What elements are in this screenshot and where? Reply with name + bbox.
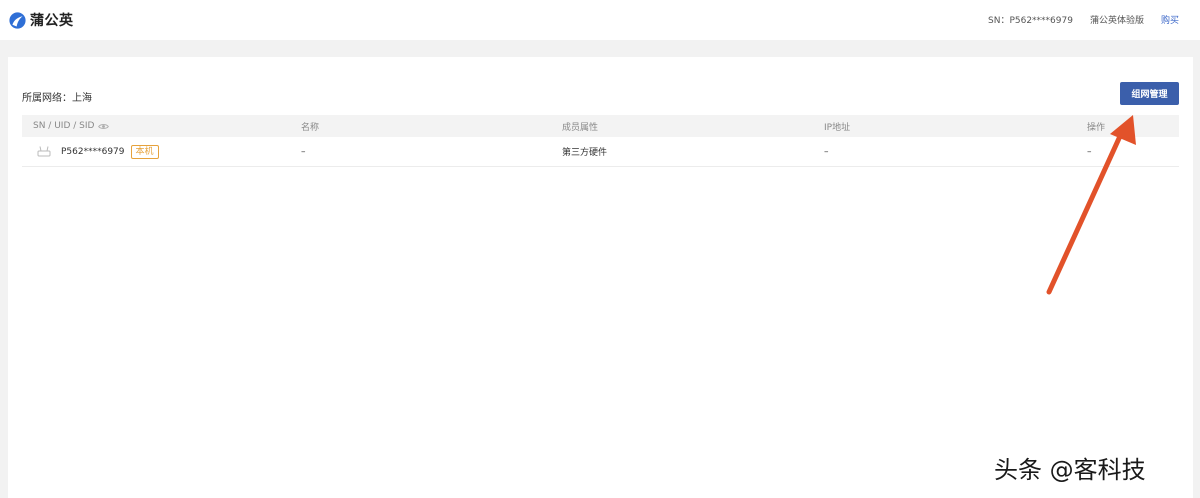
local-device-badge: 本机 xyxy=(130,144,159,159)
column-header-ip: IP地址 xyxy=(824,122,851,133)
top-bar: 蒲公英 SN：P562****6979 蒲公英体验版 购买 xyxy=(0,0,1200,40)
row-name: – xyxy=(301,146,306,157)
row-action[interactable]: – xyxy=(1087,137,1092,166)
header-right: SN：P562****6979 蒲公英体验版 购买 xyxy=(988,13,1179,26)
row-sn: P562****6979 xyxy=(61,146,125,157)
dandelion-logo-icon xyxy=(9,11,26,29)
network-label: 所属网络：上海 xyxy=(22,93,92,104)
table-row: P562****6979 本机 – 第三方硬件 – – xyxy=(22,137,1179,167)
edition-label[interactable]: 蒲公英体验版 xyxy=(1090,13,1144,26)
main-panel: 所属网络：上海 组网管理 SN / UID / SID 名称 成员属性 IP地址… xyxy=(8,57,1193,498)
brand-logo[interactable]: 蒲公英 xyxy=(9,10,74,30)
row-ip: – xyxy=(824,146,829,157)
router-device-icon xyxy=(37,146,51,157)
column-header-attribute: 成员属性 xyxy=(562,122,599,133)
buy-link[interactable]: 购买 xyxy=(1161,13,1179,26)
row-attribute: 第三方硬件 xyxy=(562,148,608,158)
column-header-sn-label: SN / UID / SID xyxy=(33,121,95,131)
logo-text: 蒲公英 xyxy=(30,13,74,29)
table-header: SN / UID / SID 名称 成员属性 IP地址 操作 xyxy=(22,115,1179,137)
column-header-action: 操作 xyxy=(1087,122,1106,133)
member-table: SN / UID / SID 名称 成员属性 IP地址 操作 P562****6… xyxy=(22,115,1179,167)
column-header-sn: SN / UID / SID xyxy=(33,115,110,137)
watermark: 头条 @客科技 xyxy=(994,456,1146,484)
eye-icon[interactable] xyxy=(98,123,110,130)
network-manage-button[interactable]: 组网管理 xyxy=(1120,82,1179,105)
row-sn-cell: P562****6979 本机 xyxy=(33,137,159,166)
device-sn: SN：P562****6979 xyxy=(988,16,1073,26)
column-header-name: 名称 xyxy=(301,122,320,133)
